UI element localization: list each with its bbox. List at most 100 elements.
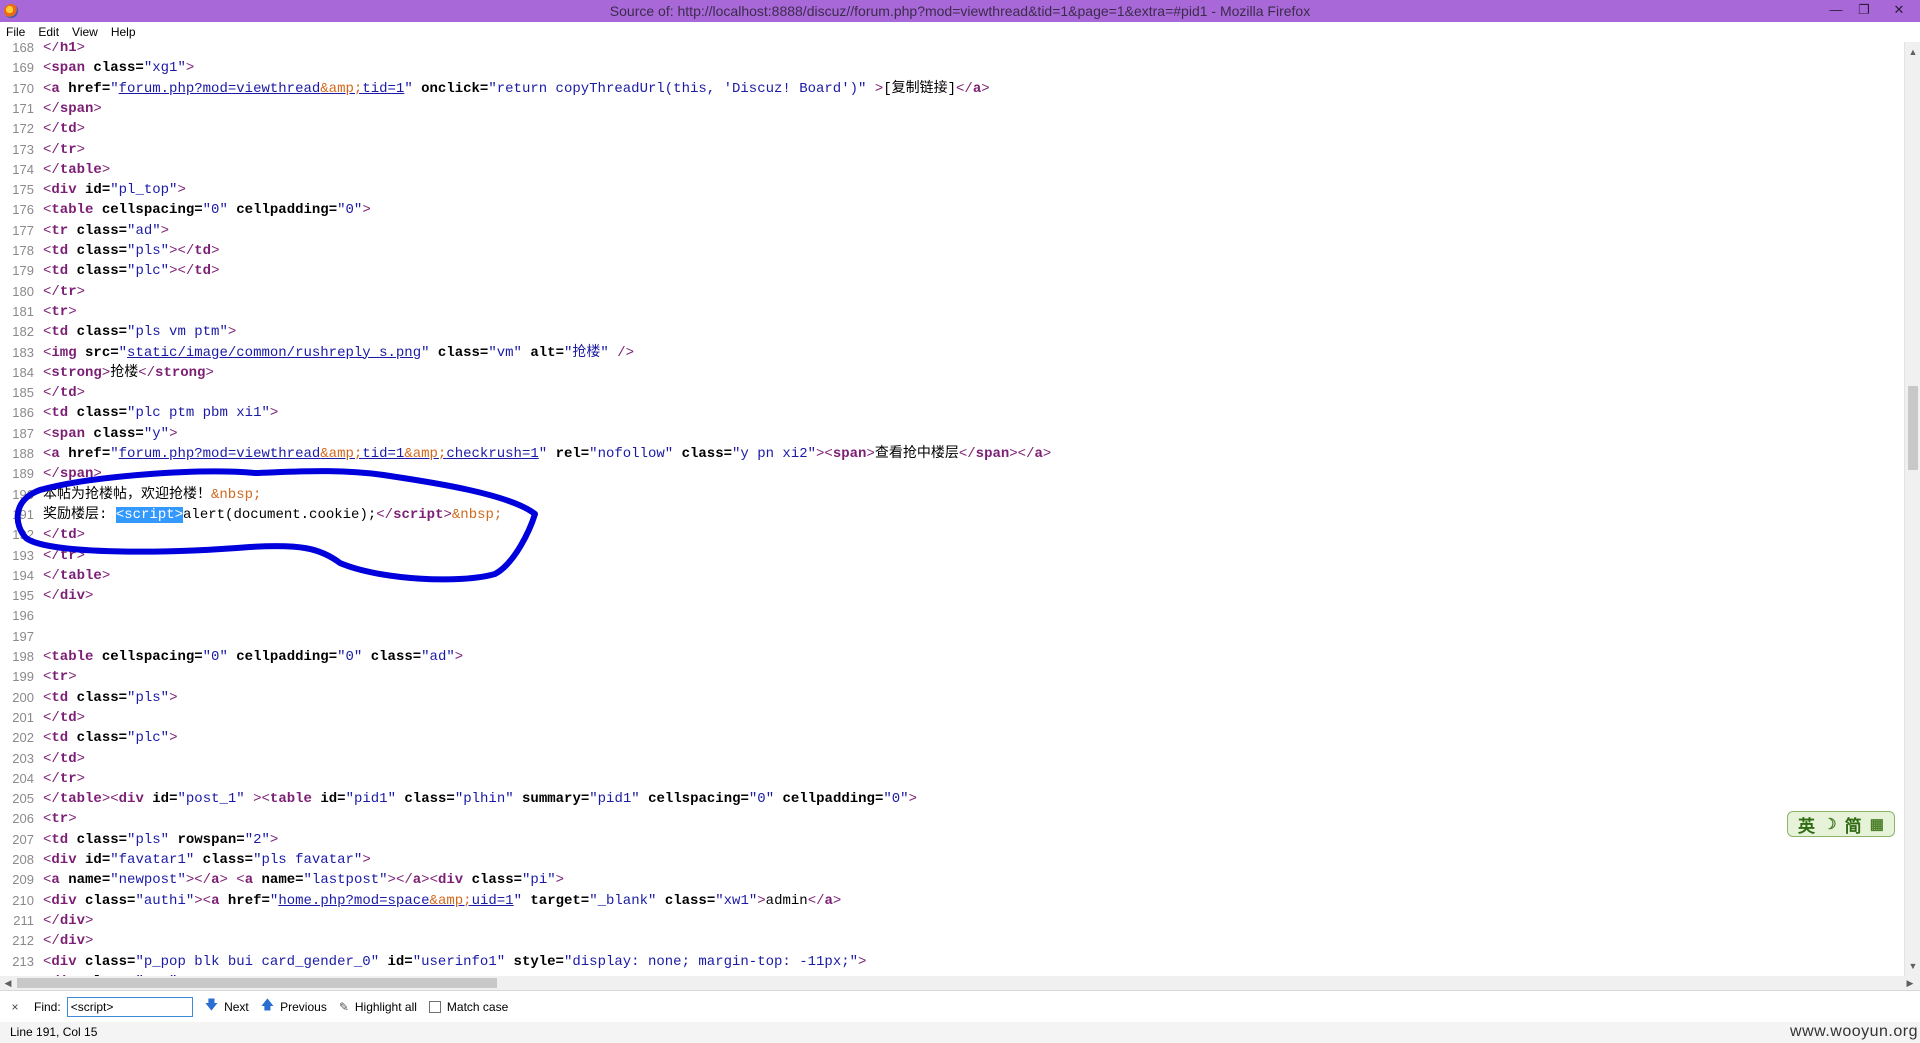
source-line: 190 本帖为抢楼帖，欢迎抢楼！&nbsp; [0,485,1900,505]
source-line: 180 </tr> [0,282,1900,302]
ime-indicator[interactable]: 英 ☽ 简 ▦ [1787,811,1895,837]
find-input[interactable] [66,996,193,1017]
source-line: 196 [0,606,1900,626]
horizontal-scrollbar[interactable]: ◀ ▶ [0,976,1920,990]
source-line: 187 <span class="y"> [0,424,1900,444]
line-number: 202 [12,730,34,746]
line-number: 174 [12,161,34,177]
vertical-scroll-thumb[interactable] [1908,386,1918,470]
line-number: 195 [12,588,34,604]
scroll-right-icon[interactable]: ▶ [1902,976,1918,990]
line-code: <div class="p_pop blk bui card_gender_0"… [43,953,867,970]
scroll-up-icon[interactable]: ▲ [1905,44,1920,60]
match-case-toggle[interactable]: Match case [428,1000,508,1014]
find-label: Find: [34,999,61,1014]
line-code: </tr> [43,141,86,158]
source-line: 185 </td> [0,383,1900,403]
highlight-all-button[interactable]: ✎ Highlight all [339,1000,417,1014]
maximize-button[interactable]: ❐ [1850,0,1878,22]
menu-edit[interactable]: Edit [38,25,59,39]
line-code: </div> [43,588,94,605]
line-code: <span class="y"> [43,425,178,442]
menu-view[interactable]: View [72,25,98,39]
line-code: <a name="newpost"></a> <a name="lastpost… [43,872,565,889]
highlighter-icon: ✎ [338,999,349,1014]
line-number: 212 [12,933,34,949]
source-line: 200 <td class="pls"> [0,688,1900,708]
line-number: 198 [12,649,34,664]
source-line: 208 <div id="favatar1" class="pls favatar… [0,850,1900,870]
line-code: <table cellspacing="0" cellpadding="0" c… [43,649,464,665]
line-code: 奖励楼层: <script>alert(document.cookie);</s… [43,506,503,523]
source-line: 178 <td class="pls"></td> [0,241,1900,261]
match-case-checkbox[interactable] [428,1000,441,1013]
source-line: 179 <td class="plc"></td> [0,261,1900,281]
arrow-down-icon: 🡇 [204,996,219,1012]
line-code: </tr> [43,283,86,300]
line-code: </tr> [43,547,86,564]
highlight-all-label: Highlight all [354,999,417,1014]
source-line: 211 </div> [0,911,1900,931]
line-number: 196 [12,608,34,624]
line-code: <td class="pls"> [43,689,178,706]
ime-mode: 简 [1844,816,1862,836]
line-code: <div id="favatar1" class="pls favatar"> [43,852,371,868]
source-line: 201 </td> [0,708,1900,728]
source-line: 198 <table cellspacing="0" cellpadding="0… [0,647,1900,667]
menu-bar: File Edit View Help [0,22,1920,42]
source-line: 175 <div id="pl_top"> [0,180,1900,200]
source-line: 206 <tr> [0,809,1900,829]
line-code: </table> [43,161,111,178]
find-previous-button[interactable]: 🡅 Previous [261,996,327,1018]
vertical-scrollbar[interactable]: ▲ ▼ [1904,42,1920,976]
find-previous-label: Previous [280,999,327,1014]
line-code: </h1> [43,42,86,56]
line-number: 211 [13,912,34,928]
line-code: <tr> [43,303,77,320]
line-code: <div id="pl_top"> [43,182,186,199]
line-code: </tr> [43,770,86,787]
close-button[interactable]: ✕ [1878,0,1920,22]
menu-help[interactable]: Help [111,25,136,39]
line-number: 205 [12,791,34,807]
findbar-close-button[interactable]: × [8,1000,22,1014]
line-number: 181 [12,303,34,319]
line-number: 207 [12,831,34,847]
source-line: 204 </tr> [0,769,1900,789]
line-number: 171 [12,100,34,116]
source-line: 203 </td> [0,749,1900,769]
line-number: 194 [12,567,34,583]
find-next-label: Next [224,999,249,1014]
source-line: 183 <img src="static/image/common/rushrep… [0,343,1900,363]
line-code: <tr> [43,811,77,828]
line-number: 176 [12,202,34,218]
scroll-left-icon[interactable]: ◀ [0,976,16,990]
source-line: 202 <td class="plc"> [0,728,1900,748]
scroll-down-icon[interactable]: ▼ [1905,958,1920,974]
source-line: 191 奖励楼层: <script>alert(document.cookie);… [0,505,1900,525]
find-next-button[interactable]: 🡇 Next [205,996,249,1018]
line-code: </span> [43,466,102,483]
horizontal-scroll-thumb[interactable] [17,978,497,988]
source-line: 212 </div> [0,931,1900,951]
window-titlebar: Source of: http://localhost:8888/discuz/… [0,0,1920,22]
menu-file[interactable]: File [6,25,25,39]
line-code: <td class="pls vm ptm"> [43,324,237,341]
source-line: 194 </table> [0,566,1900,586]
line-number: 172 [12,121,34,137]
source-view[interactable]: 168 </h1> 169 <span class="xg1"> 170 <a href=… [0,42,1904,976]
source-line: 181 <tr> [0,302,1900,322]
line-number: 185 [12,385,34,401]
line-number: 183 [12,344,34,360]
firefox-icon [4,4,18,18]
line-number: 200 [12,689,34,705]
line-code: <a href="forum.php?mod=viewthread&amp;ti… [43,80,990,97]
line-number: 189 [12,466,34,482]
line-code: </td> [43,121,86,138]
source-line: 197 [0,627,1900,647]
source-line: 188 <a href="forum.php?mod=viewthread&amp… [0,444,1900,464]
ime-lang: 英 [1798,816,1816,836]
line-number: 197 [12,628,34,644]
line-code: <td class="pls"></td> [43,243,220,259]
minimize-button[interactable]: — [1822,0,1850,22]
